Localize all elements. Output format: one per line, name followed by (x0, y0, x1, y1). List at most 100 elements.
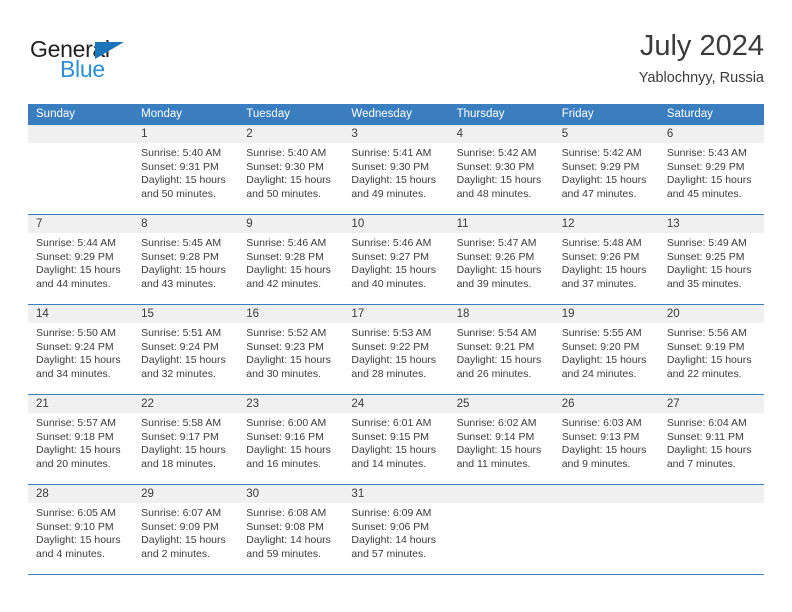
day-cell[interactable]: 3 Sunrise: 5:41 AM Sunset: 9:30 PM Dayli… (343, 125, 449, 214)
sunrise-text: Sunrise: 5:47 AM (456, 237, 537, 249)
daylight-text-line2: and 48 minutes. (456, 187, 532, 200)
general-blue-logo[interactable]: General Blue (28, 36, 228, 92)
day-number-band: 1 (133, 125, 239, 143)
sunrise-text: Sunrise: 5:44 AM (36, 237, 116, 249)
day-details (659, 503, 764, 507)
daylight-text-line2: and 47 minutes. (561, 187, 637, 200)
day-cell[interactable]: 6 Sunrise: 5:43 AM Sunset: 9:29 PM Dayli… (658, 125, 764, 214)
day-number: 24 (351, 398, 365, 410)
day-details: Sunrise: 6:05 AM Sunset: 9:10 PM Dayligh… (28, 503, 133, 561)
day-details: Sunrise: 5:45 AM Sunset: 9:28 PM Dayligh… (133, 233, 238, 291)
calendar-page: General Blue July 2024 Yablochnyy, Russi… (0, 0, 792, 612)
day-number: 23 (246, 398, 260, 410)
daylight-text-line2: and 42 minutes. (246, 277, 321, 290)
day-cell[interactable]: 30 Sunrise: 6:08 AM Sunset: 9:08 PM Dayl… (238, 485, 344, 574)
day-cell[interactable]: 21 Sunrise: 5:57 AM Sunset: 9:18 PM Dayl… (28, 395, 134, 484)
day-cell[interactable]: 8 Sunrise: 5:45 AM Sunset: 9:28 PM Dayli… (133, 215, 239, 304)
daylight-text-line1: Daylight: 15 hours (561, 354, 647, 366)
day-number: 4 (456, 128, 463, 140)
sunset-text: Sunset: 9:29 PM (561, 160, 640, 173)
daylight-text-line1: Daylight: 15 hours (456, 444, 542, 456)
daylight-text-line2: and 11 minutes. (456, 457, 531, 470)
day-number-band: 31 (343, 485, 449, 503)
daylight-text-line1: Daylight: 15 hours (141, 444, 226, 456)
day-cell[interactable]: 4 Sunrise: 5:42 AM Sunset: 9:30 PM Dayli… (448, 125, 554, 214)
sunrise-text: Sunrise: 5:52 AM (246, 327, 327, 339)
sunrise-text: Sunrise: 5:40 AM (246, 147, 327, 159)
daylight-text-line1: Daylight: 15 hours (456, 354, 542, 366)
sunrise-text: Sunrise: 6:08 AM (246, 507, 327, 519)
day-details (449, 503, 554, 507)
day-cell[interactable] (553, 485, 659, 574)
day-cell[interactable]: 2 Sunrise: 5:40 AM Sunset: 9:30 PM Dayli… (238, 125, 344, 214)
sunset-text: Sunset: 9:10 PM (36, 520, 114, 533)
day-cell[interactable]: 16 Sunrise: 5:52 AM Sunset: 9:23 PM Dayl… (238, 305, 344, 394)
sunrise-text: Sunrise: 6:03 AM (561, 417, 642, 429)
day-cell[interactable]: 22 Sunrise: 5:58 AM Sunset: 9:17 PM Dayl… (133, 395, 239, 484)
day-cell[interactable]: 25 Sunrise: 6:02 AM Sunset: 9:14 PM Dayl… (448, 395, 554, 484)
day-number: 26 (561, 398, 575, 410)
daylight-text-line1: Daylight: 15 hours (246, 264, 331, 276)
day-cell[interactable]: 29 Sunrise: 6:07 AM Sunset: 9:09 PM Dayl… (133, 485, 239, 574)
day-number-band: 18 (448, 305, 554, 323)
sunset-text: Sunset: 9:19 PM (666, 340, 745, 353)
sunrise-text: Sunrise: 6:01 AM (351, 417, 432, 429)
sunset-text: Sunset: 9:08 PM (246, 520, 324, 533)
day-cell[interactable]: 7 Sunrise: 5:44 AM Sunset: 9:29 PM Dayli… (28, 215, 134, 304)
day-cell[interactable]: 15 Sunrise: 5:51 AM Sunset: 9:24 PM Dayl… (133, 305, 239, 394)
day-cell[interactable]: 26 Sunrise: 6:03 AM Sunset: 9:13 PM Dayl… (553, 395, 659, 484)
location-subtitle: Yablochnyy, Russia (638, 70, 764, 86)
sunrise-text: Sunrise: 5:53 AM (351, 327, 432, 339)
sunset-text: Sunset: 9:17 PM (141, 430, 219, 443)
sunset-text: Sunset: 9:06 PM (351, 520, 430, 533)
day-cell[interactable] (448, 485, 554, 574)
week-row: 28 Sunrise: 6:05 AM Sunset: 9:10 PM Dayl… (28, 485, 764, 575)
day-cell[interactable]: 10 Sunrise: 5:46 AM Sunset: 9:27 PM Dayl… (343, 215, 449, 304)
day-cell[interactable]: 13 Sunrise: 5:49 AM Sunset: 9:25 PM Dayl… (658, 215, 764, 304)
day-number: 17 (351, 308, 365, 320)
day-cell[interactable]: 1 Sunrise: 5:40 AM Sunset: 9:31 PM Dayli… (133, 125, 239, 214)
daylight-text-line1: Daylight: 15 hours (666, 264, 752, 276)
day-details: Sunrise: 6:01 AM Sunset: 9:15 PM Dayligh… (343, 413, 448, 471)
day-cell[interactable]: 27 Sunrise: 6:04 AM Sunset: 9:11 PM Dayl… (658, 395, 764, 484)
day-cell[interactable]: 31 Sunrise: 6:09 AM Sunset: 9:06 PM Dayl… (343, 485, 449, 574)
daylight-text-line1: Daylight: 15 hours (561, 174, 647, 186)
day-details: Sunrise: 5:40 AM Sunset: 9:31 PM Dayligh… (133, 143, 238, 201)
day-number: 6 (666, 128, 674, 140)
weekday-header-row: Sunday Monday Tuesday Wednesday Thursday… (28, 104, 764, 125)
day-details: Sunrise: 5:43 AM Sunset: 9:29 PM Dayligh… (659, 143, 764, 201)
day-cell[interactable] (658, 485, 764, 574)
sunrise-text: Sunrise: 5:45 AM (141, 237, 222, 249)
day-number: 12 (561, 218, 575, 230)
day-number-band: 3 (343, 125, 449, 143)
day-cell[interactable]: 28 Sunrise: 6:05 AM Sunset: 9:10 PM Dayl… (28, 485, 134, 574)
day-cell[interactable]: 18 Sunrise: 5:54 AM Sunset: 9:21 PM Dayl… (448, 305, 554, 394)
day-cell[interactable]: 17 Sunrise: 5:53 AM Sunset: 9:22 PM Dayl… (343, 305, 449, 394)
day-cell[interactable]: 24 Sunrise: 6:01 AM Sunset: 9:15 PM Dayl… (343, 395, 449, 484)
day-cell[interactable]: 11 Sunrise: 5:47 AM Sunset: 9:26 PM Dayl… (448, 215, 554, 304)
day-cell[interactable]: 9 Sunrise: 5:46 AM Sunset: 9:28 PM Dayli… (238, 215, 344, 304)
day-cell[interactable]: 19 Sunrise: 5:55 AM Sunset: 9:20 PM Dayl… (553, 305, 659, 394)
day-number-band: 6 (658, 125, 764, 143)
sunset-text: Sunset: 9:16 PM (246, 430, 324, 443)
day-number: 28 (36, 488, 49, 500)
sunrise-text: Sunrise: 5:51 AM (141, 327, 222, 339)
day-cell[interactable]: 12 Sunrise: 5:48 AM Sunset: 9:26 PM Dayl… (553, 215, 659, 304)
day-details: Sunrise: 5:40 AM Sunset: 9:30 PM Dayligh… (238, 143, 343, 201)
day-cell[interactable]: 20 Sunrise: 5:56 AM Sunset: 9:19 PM Dayl… (658, 305, 764, 394)
sunrise-text: Sunrise: 5:46 AM (351, 237, 432, 249)
day-details: Sunrise: 5:51 AM Sunset: 9:24 PM Dayligh… (133, 323, 238, 381)
day-details: Sunrise: 5:48 AM Sunset: 9:26 PM Dayligh… (554, 233, 659, 291)
day-number-band: 13 (658, 215, 764, 233)
sunset-text: Sunset: 9:30 PM (456, 160, 535, 173)
day-cell[interactable]: 14 Sunrise: 5:50 AM Sunset: 9:24 PM Dayl… (28, 305, 134, 394)
day-number: 10 (351, 218, 365, 230)
day-cell[interactable] (28, 125, 134, 214)
day-cell[interactable]: 5 Sunrise: 5:42 AM Sunset: 9:29 PM Dayli… (553, 125, 659, 214)
day-number-band (553, 485, 659, 503)
sunset-text: Sunset: 9:15 PM (351, 430, 430, 443)
day-cell[interactable]: 23 Sunrise: 6:00 AM Sunset: 9:16 PM Dayl… (238, 395, 344, 484)
daylight-text-line2: and 26 minutes. (456, 367, 532, 380)
day-details: Sunrise: 6:03 AM Sunset: 9:13 PM Dayligh… (554, 413, 659, 471)
daylight-text-line2: and 45 minutes. (666, 187, 742, 200)
